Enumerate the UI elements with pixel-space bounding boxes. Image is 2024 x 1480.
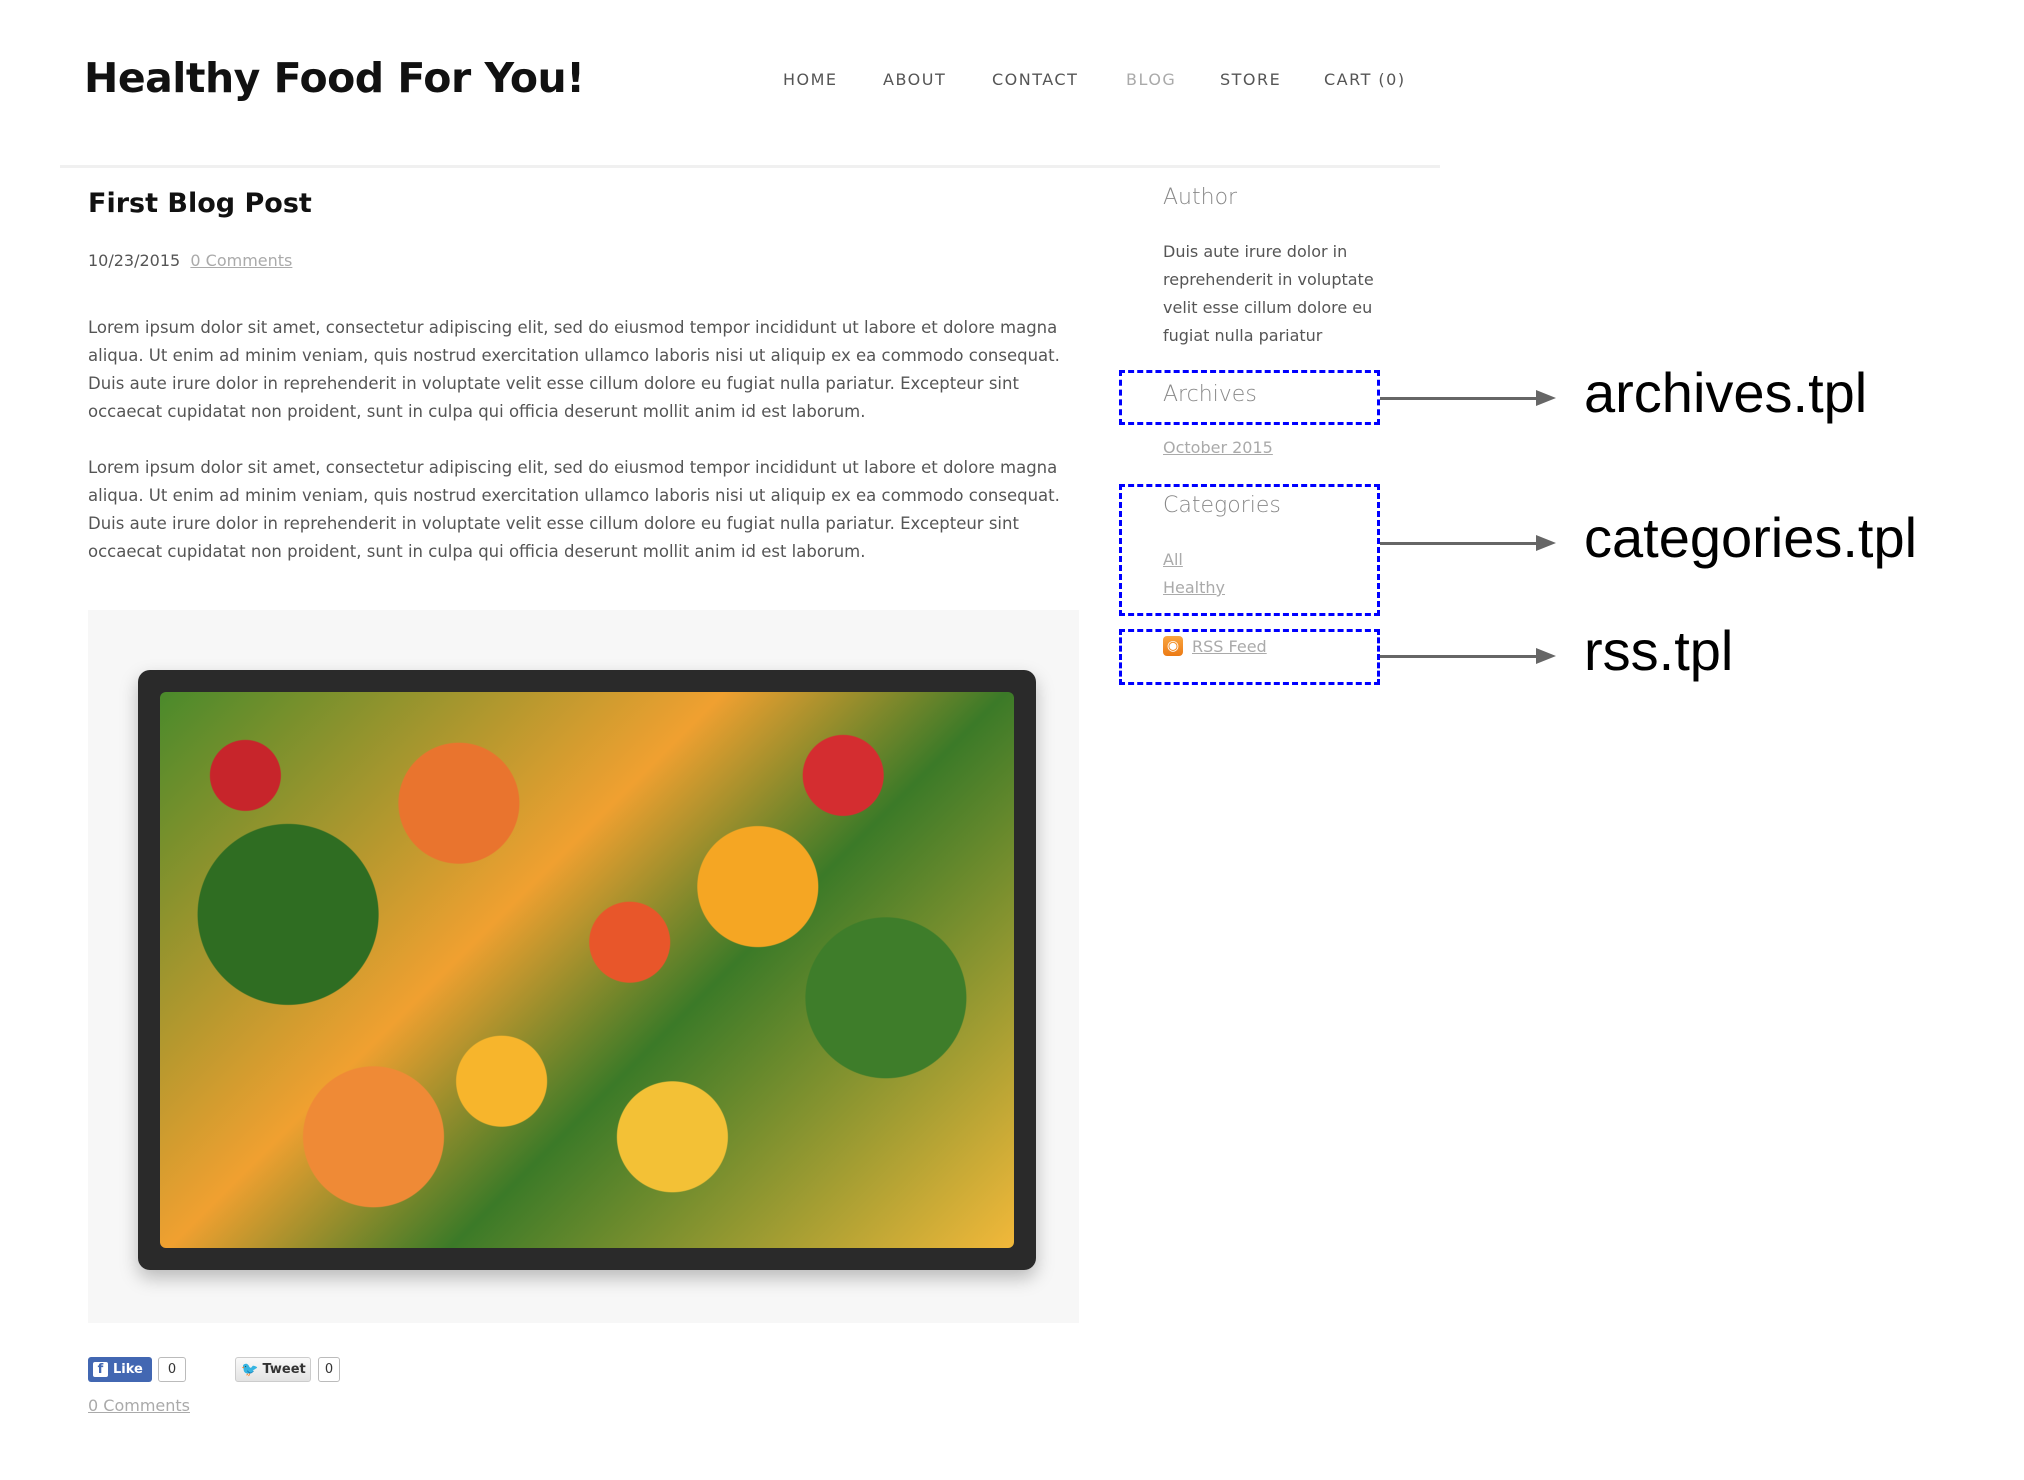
- crate-shape: [138, 670, 1036, 1270]
- archives-arrow-head-icon: [1536, 390, 1556, 406]
- header-divider: [60, 165, 1440, 168]
- nav-home[interactable]: HOME: [783, 70, 838, 89]
- author-heading: Author: [1163, 185, 1238, 210]
- facebook-icon: f: [93, 1362, 108, 1377]
- facebook-like-button[interactable]: f Like: [88, 1357, 152, 1382]
- categories-annotation-box: [1119, 484, 1380, 616]
- rss-arrow-head-icon: [1536, 648, 1556, 664]
- post-title[interactable]: First Blog Post: [88, 188, 312, 219]
- rss-annotation-box: [1119, 629, 1380, 685]
- twitter-bird-icon: 🐦: [241, 1361, 259, 1378]
- categories-tpl-label: categories.tpl: [1584, 506, 1918, 569]
- nav-store[interactable]: STORE: [1220, 70, 1281, 89]
- post-paragraph: Lorem ipsum dolor sit amet, consectetur …: [88, 458, 1060, 561]
- tweet-label: Tweet: [262, 1362, 306, 1377]
- categories-arrow-head-icon: [1536, 535, 1556, 551]
- produce-fill: [160, 692, 1014, 1248]
- post-meta: 10/23/2015 0 Comments: [88, 251, 292, 270]
- archives-tpl-label: archives.tpl: [1584, 361, 1868, 424]
- nav-contact[interactable]: CONTACT: [992, 70, 1078, 89]
- nav-blog[interactable]: BLOG: [1126, 70, 1176, 89]
- bottom-comments-link[interactable]: 0 Comments: [88, 1396, 190, 1415]
- categories-arrow-line: [1380, 542, 1538, 545]
- author-body: Duis aute irure dolor in reprehenderit i…: [1163, 242, 1374, 345]
- vegetable-crate-photo: [88, 610, 1079, 1323]
- tweet-button[interactable]: 🐦 Tweet: [235, 1357, 311, 1382]
- tweet-count: 0: [318, 1357, 340, 1382]
- nav-about[interactable]: ABOUT: [883, 70, 946, 89]
- comments-link[interactable]: 0 Comments: [190, 251, 292, 270]
- archives-arrow-line: [1380, 397, 1538, 400]
- archive-link-october-2015[interactable]: October 2015: [1163, 438, 1273, 457]
- post-date: 10/23/2015: [88, 251, 181, 270]
- like-label: Like: [113, 1362, 143, 1377]
- rss-arrow-line: [1380, 655, 1538, 658]
- nav-cart[interactable]: CART (0): [1324, 70, 1406, 89]
- like-count: 0: [158, 1357, 186, 1382]
- rss-tpl-label: rss.tpl: [1584, 619, 1734, 682]
- post-paragraph: Lorem ipsum dolor sit amet, consectetur …: [88, 318, 1060, 421]
- site-title[interactable]: Healthy Food For You!: [84, 54, 585, 102]
- archives-annotation-box: [1119, 370, 1380, 425]
